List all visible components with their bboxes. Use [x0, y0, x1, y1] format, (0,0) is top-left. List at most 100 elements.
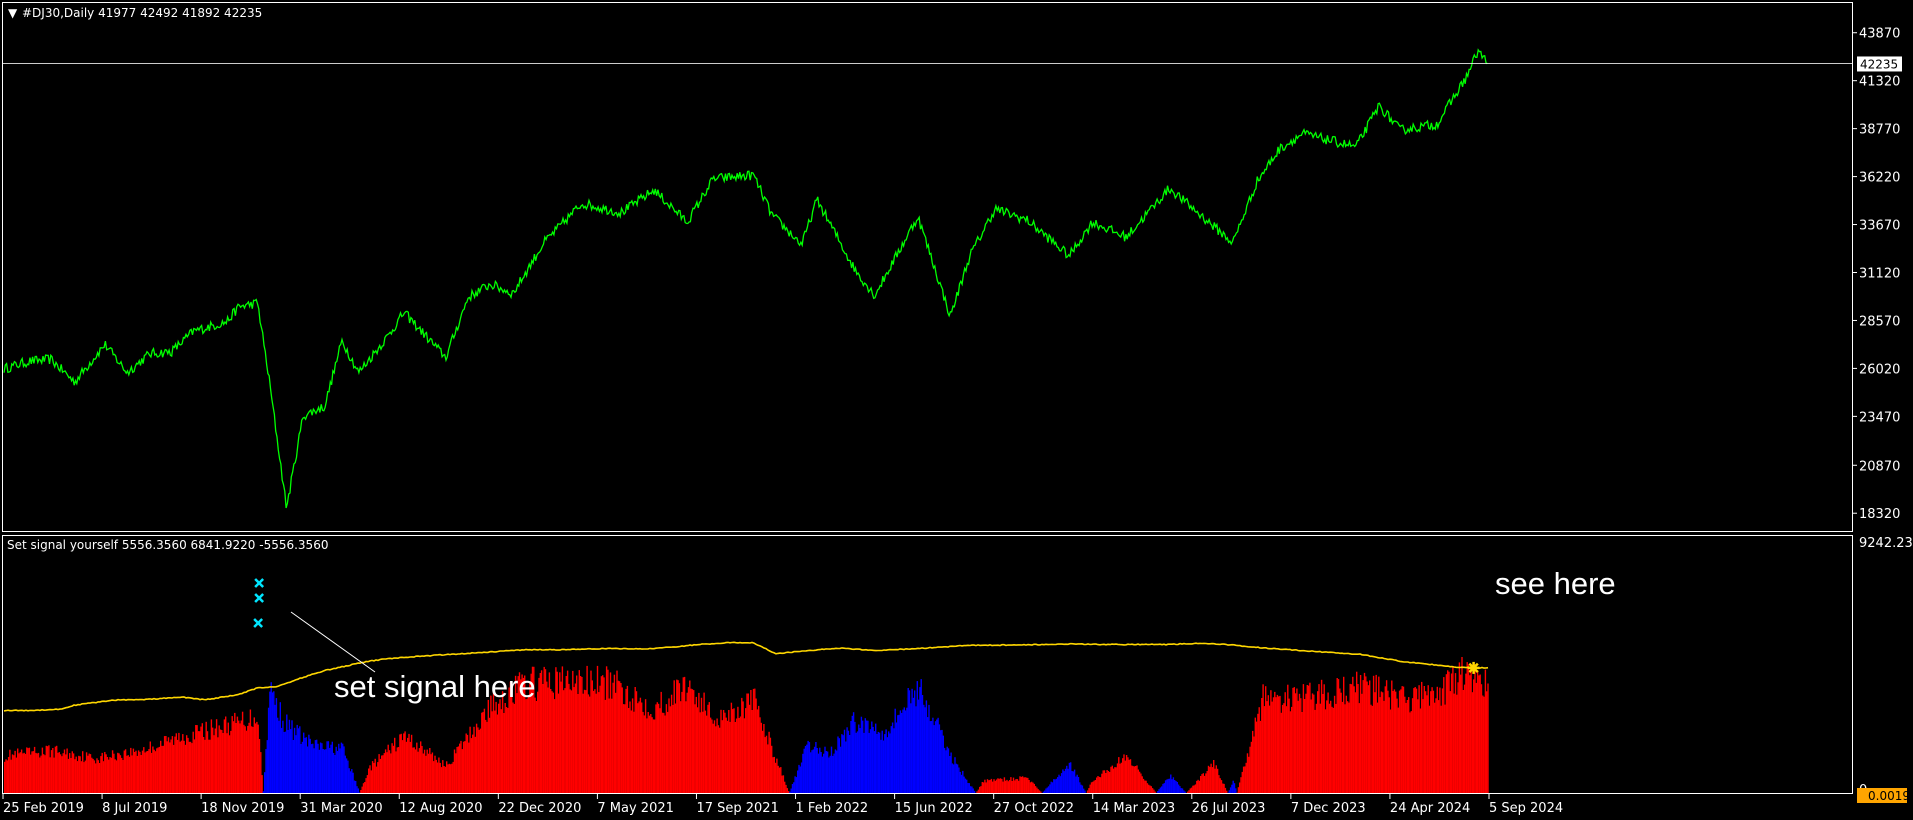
histogram-bar — [417, 751, 419, 793]
histogram-bar — [603, 677, 605, 793]
histogram-bar — [1274, 691, 1276, 793]
chart-canvas: ▼ #DJ30,Daily 41977 42492 41892 42235 Se… — [2, 2, 1913, 816]
histogram-bar — [215, 719, 218, 793]
histogram-bar — [586, 665, 588, 793]
histogram-bar — [1133, 766, 1136, 793]
histogram-bar — [771, 745, 773, 793]
histogram-bar — [1252, 730, 1254, 793]
histogram-bar — [1272, 697, 1275, 793]
price-tick-label: 26020 — [1859, 362, 1900, 377]
histogram-bar — [1214, 768, 1216, 793]
histogram-bar — [1430, 691, 1432, 793]
histogram-bar — [807, 740, 809, 793]
histogram-bar — [1280, 712, 1282, 793]
histogram-bar — [288, 719, 291, 793]
histogram-bar — [854, 721, 856, 793]
histogram-bar — [252, 727, 254, 793]
histogram-bar — [210, 719, 213, 793]
histogram-bar — [638, 701, 640, 793]
histogram-bar — [24, 753, 27, 793]
histogram-bar — [1040, 791, 1042, 793]
histogram-bar — [1253, 736, 1255, 793]
histogram-bar — [297, 728, 300, 793]
histogram-bar — [1241, 771, 1243, 793]
histogram-bar — [474, 736, 476, 793]
signal-star-icon[interactable] — [1467, 661, 1480, 674]
histogram-bar — [820, 752, 822, 793]
histogram-bar — [1187, 791, 1189, 793]
histogram-bar — [836, 750, 838, 793]
histogram-bar — [498, 703, 500, 793]
indicator-bottom-label: 0.0019 — [1868, 789, 1910, 803]
histogram-bar — [1123, 754, 1125, 793]
histogram-bar — [817, 753, 820, 793]
histogram-bar — [136, 755, 138, 793]
histogram-bar — [152, 746, 154, 793]
main-panel-frame[interactable] — [2, 2, 1853, 532]
histogram-bar — [1034, 786, 1037, 793]
histogram-bar — [577, 694, 579, 793]
histogram-bar — [1015, 779, 1017, 793]
histogram-bar — [1304, 699, 1306, 793]
histogram-bar — [604, 699, 606, 793]
histogram-bar — [889, 733, 891, 793]
histogram-bar — [1051, 782, 1054, 793]
histogram-bar — [1339, 688, 1341, 793]
histogram-bar — [292, 740, 294, 793]
histogram-bar — [361, 786, 363, 793]
histogram-bar — [1449, 691, 1451, 793]
histogram-bar — [1362, 680, 1364, 793]
annotation-see-here: see here — [1495, 566, 1616, 601]
histogram-bar — [1093, 780, 1095, 793]
histogram-bar — [1445, 674, 1448, 793]
histogram-bar — [626, 685, 629, 793]
histogram-bar — [332, 752, 335, 793]
histogram-bar — [179, 741, 181, 793]
histogram-bar — [932, 717, 934, 793]
price-axis[interactable]: 43870 41320 38770 36220 33670 31120 28570 26020… — [1852, 27, 1900, 522]
histogram-bar — [404, 731, 406, 793]
histogram-bar — [331, 741, 333, 793]
symbol-dropdown-icon[interactable]: ▼ — [8, 6, 18, 20]
histogram-bar — [1361, 693, 1363, 793]
histogram-bar — [969, 786, 972, 793]
time-tick-label: 31 Mar 2020 — [300, 801, 382, 816]
histogram-bar — [898, 714, 900, 793]
time-tick-label: 25 Feb 2019 — [3, 801, 84, 816]
histogram-bar — [1159, 787, 1162, 793]
histogram-bar — [487, 699, 489, 793]
histogram-bar — [340, 742, 343, 793]
histogram-bar — [1206, 771, 1208, 793]
histogram-bar — [27, 748, 29, 793]
histogram-bar — [669, 706, 671, 793]
histogram-bar — [228, 735, 231, 793]
histogram-bar — [1197, 779, 1199, 793]
histogram-bar — [399, 734, 401, 793]
histogram-bar — [50, 750, 53, 793]
histogram-bar — [1463, 684, 1466, 793]
histogram-bar — [291, 720, 293, 793]
histogram-bar — [351, 769, 353, 793]
histogram-bar — [858, 724, 860, 793]
histogram-bar — [1323, 684, 1325, 793]
histogram-bar — [1080, 784, 1082, 793]
histogram-bar — [395, 751, 397, 793]
histogram-bar — [1423, 686, 1425, 793]
histogram-bar — [1110, 766, 1112, 793]
histogram-bar — [953, 764, 955, 793]
histogram-bar — [891, 722, 894, 793]
histogram-bar — [366, 775, 369, 793]
histogram-bar — [225, 716, 227, 793]
price-tick-label: 38770 — [1859, 123, 1900, 138]
histogram-bar — [625, 688, 627, 793]
histogram-bar — [1174, 780, 1176, 793]
histogram-bar — [56, 745, 58, 793]
histogram-bar — [994, 780, 996, 793]
histogram-bar — [877, 731, 879, 793]
histogram-bar — [595, 693, 597, 793]
histogram-bar — [1202, 773, 1204, 793]
histogram-bar — [963, 776, 965, 793]
histogram-bar — [761, 730, 764, 793]
histogram-bar — [115, 760, 118, 793]
time-axis[interactable]: 25 Feb 2019 8 Jul 2019 18 Nov 2019 31 Mar 2… — [2, 794, 1563, 816]
